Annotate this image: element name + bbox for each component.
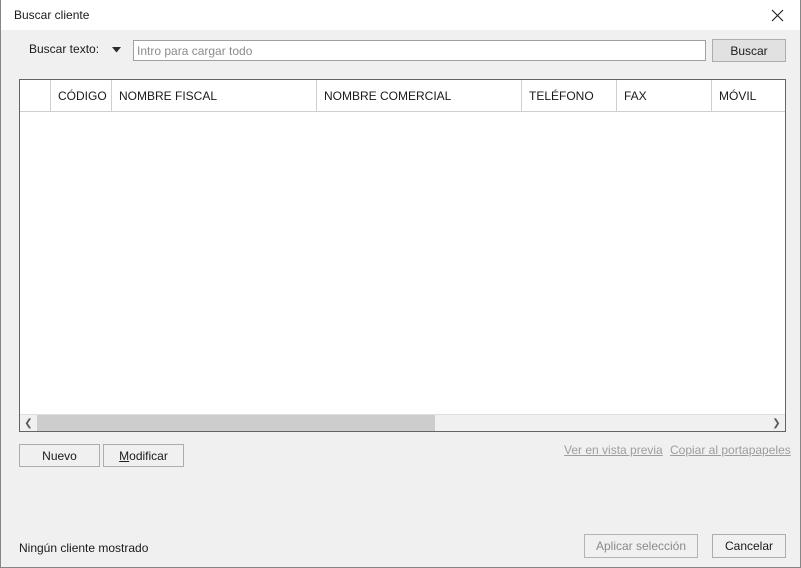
search-input[interactable]	[133, 40, 706, 61]
table-body-empty	[20, 112, 785, 413]
table-column-header-telefono[interactable]: TELÉFONO	[522, 80, 617, 111]
table-column-header-fax[interactable]: FAX	[617, 80, 712, 111]
table-header-row: CÓDIGO NOMBRE FISCAL NOMBRE COMERCIAL TE…	[20, 80, 785, 112]
modify-label-rest: odificar	[129, 448, 168, 463]
chevron-right-icon[interactable]: ❯	[768, 415, 785, 431]
cancel-button[interactable]: Cancelar	[712, 534, 786, 558]
table-column-header-nombre-comercial[interactable]: NOMBRE COMERCIAL	[317, 80, 522, 111]
table-column-header-codigo[interactable]: CÓDIGO	[51, 80, 112, 111]
search-row: Buscar texto: Buscar	[1, 30, 800, 70]
modify-accel-letter: M	[119, 448, 130, 463]
title-bar: Buscar cliente	[1, 0, 800, 30]
scrollbar-track[interactable]	[37, 415, 768, 431]
clients-table: CÓDIGO NOMBRE FISCAL NOMBRE COMERCIAL TE…	[19, 79, 786, 432]
chevron-left-icon[interactable]: ❮	[20, 415, 37, 431]
window-title: Buscar cliente	[14, 8, 90, 22]
copy-clipboard-link[interactable]: Copiar al portapapeles	[670, 443, 791, 457]
table-column-header-movil[interactable]: MÓVIL	[712, 80, 785, 111]
preview-link[interactable]: Ver en vista previa	[564, 443, 663, 457]
search-label: Buscar texto:	[29, 42, 100, 56]
modify-client-button[interactable]: Modificar	[103, 444, 184, 467]
status-message: Ningún cliente mostrado	[19, 541, 149, 555]
close-icon[interactable]	[755, 0, 800, 30]
table-column-header-nombre-fiscal[interactable]: NOMBRE FISCAL	[112, 80, 317, 111]
new-client-button[interactable]: Nuevo	[19, 444, 100, 467]
horizontal-scrollbar[interactable]: ❮ ❯	[20, 414, 785, 431]
search-button[interactable]: Buscar	[712, 39, 786, 62]
apply-selection-button[interactable]: Aplicar selección	[584, 534, 698, 558]
scrollbar-thumb[interactable]	[37, 415, 436, 431]
table-column-header-select[interactable]	[20, 80, 51, 111]
chevron-down-icon[interactable]	[109, 43, 123, 57]
buscar-cliente-dialog: Buscar cliente Buscar texto: Buscar CÓDI…	[0, 0, 801, 568]
